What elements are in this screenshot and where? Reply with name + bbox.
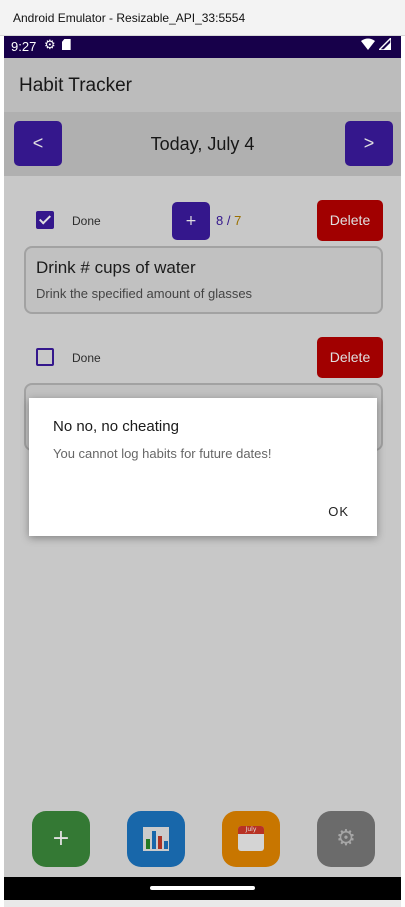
- window-title-bar: Android Emulator - Resizable_API_33:5554: [0, 0, 405, 36]
- device-screen: 9:27 ⚙ Habit Tracker < Today, July 4 > D…: [4, 36, 401, 900]
- signal-icon: [377, 36, 392, 51]
- wifi-icon: [360, 38, 375, 50]
- window-title: Android Emulator - Resizable_API_33:5554: [13, 11, 246, 25]
- system-navigation-bar: [4, 877, 401, 900]
- home-gesture-pill[interactable]: [150, 886, 255, 890]
- emulator-window: Android Emulator - Resizable_API_33:5554…: [0, 0, 405, 907]
- sd-card-icon: [61, 39, 71, 50]
- status-time: 9:27: [11, 39, 37, 54]
- right-edge-strip: [401, 36, 405, 907]
- dialog-message: You cannot log habits for future dates!: [53, 446, 272, 461]
- status-left-icons: ⚙: [44, 38, 71, 53]
- status-bar: 9:27 ⚙: [4, 36, 401, 58]
- alert-dialog: No no, no cheating You cannot log habits…: [29, 398, 377, 536]
- dialog-title: No no, no cheating: [53, 418, 179, 435]
- dialog-ok-button[interactable]: OK: [328, 504, 349, 519]
- status-right-icons: [360, 36, 392, 53]
- settings-gear-icon: ⚙: [44, 38, 56, 53]
